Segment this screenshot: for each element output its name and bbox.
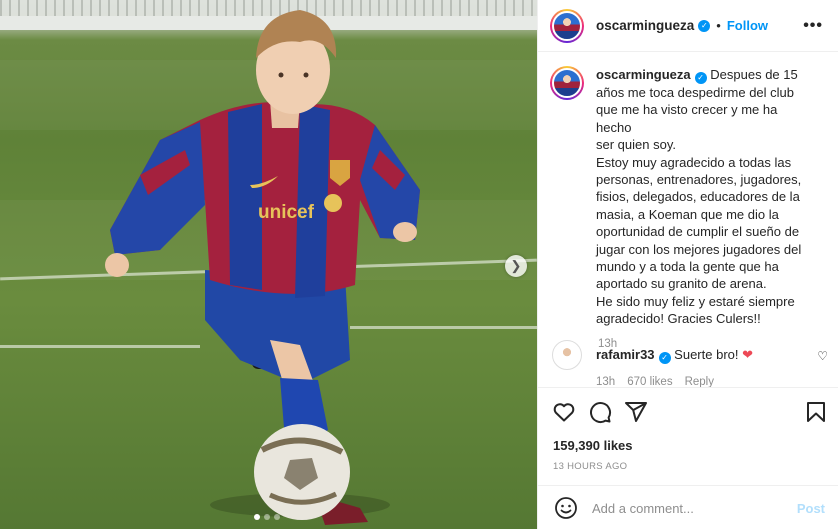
comment-icon[interactable]: [588, 400, 612, 424]
action-bar: [552, 400, 828, 426]
caption-line: Estoy muy agradecido a todas las: [596, 154, 792, 170]
caption-username[interactable]: oscarmingueza: [596, 67, 691, 82]
header-username[interactable]: oscarmingueza: [596, 18, 694, 33]
comment-input[interactable]: [592, 500, 787, 516]
post-actions: 159,390 likes 13 HOURS AGO Post: [538, 387, 838, 529]
chevron-right-icon: ❯: [510, 258, 522, 273]
caption-line: años me toca despedirme del club: [596, 85, 795, 100]
avatar[interactable]: [550, 66, 584, 100]
like-comment-icon[interactable]: ♡: [817, 349, 828, 363]
heart-icon[interactable]: [552, 400, 576, 424]
caption-line: jugar con los mejores jugadores del: [596, 241, 802, 257]
caption-line: He sido muy feliz y estaré siempre: [596, 293, 795, 309]
player-photo: unicef: [105, 10, 420, 525]
carousel-indicator: [254, 514, 280, 520]
caption-line: aportado su granito de arena.: [596, 276, 767, 292]
post-timestamp: 13 HOURS AGO: [553, 461, 628, 472]
caption-line: agradecido! Gracies Culers!!: [596, 311, 761, 327]
more-options-icon[interactable]: •••: [803, 17, 823, 35]
caption-line: que me ha visto crecer y me ha hecho: [596, 102, 778, 135]
heart-emoji: ❤: [742, 347, 754, 362]
caption-line: fisios, delegados, educadores de la: [596, 189, 800, 205]
verified-icon: ✓: [694, 72, 707, 84]
carousel-dot: [254, 514, 260, 520]
add-comment-bar: Post: [538, 485, 838, 529]
emoji-icon[interactable]: [554, 496, 578, 520]
caption-line: ser quien soy.: [596, 137, 676, 153]
bookmark-icon[interactable]: [804, 400, 828, 424]
likes-count[interactable]: 159,390 likes: [553, 438, 633, 453]
comment-item: rafamir33 ✓ Suerte bro! ❤ 13h 670 likes R…: [552, 340, 828, 388]
comment-body: rafamir33 ✓ Suerte bro! ❤ 13h 670 likes R…: [596, 347, 753, 388]
comment-text: Suerte bro!: [674, 347, 739, 362]
caption: oscarmingueza ✓ Despues de 15 años me toc…: [550, 66, 827, 328]
follow-button[interactable]: Follow: [727, 18, 768, 33]
caption-text: oscarmingueza ✓ Despues de 15 años me toc…: [596, 66, 811, 328]
post-comment-button[interactable]: Post: [797, 501, 825, 516]
post-header: oscarmingueza ✓ • Follow •••: [538, 0, 838, 52]
verified-icon: ✓: [698, 19, 711, 32]
caption-line: mundo y a toda la gente que ha: [596, 259, 779, 275]
verified-icon: ✓: [658, 352, 671, 364]
caption-line: personas, entrenadores, jugadores,: [596, 172, 802, 188]
commenter-avatar[interactable]: [552, 340, 582, 370]
caption-line: oportunidad de cumplir el sueño de: [596, 224, 800, 240]
carousel-dot: [274, 514, 280, 520]
comment-username[interactable]: rafamir33: [596, 347, 655, 362]
avatar[interactable]: [550, 8, 584, 43]
carousel-next-button[interactable]: ❯: [505, 255, 527, 277]
separator-dot: •: [716, 18, 721, 33]
svg-text:unicef: unicef: [258, 202, 315, 223]
caption-area: oscarmingueza ✓ Despues de 15 años me toc…: [538, 52, 838, 387]
post-media[interactable]: unicef ❯: [0, 0, 537, 529]
caption-line: Despues de 15: [710, 67, 798, 82]
caption-line: masia, a Koeman que me dio la: [596, 206, 779, 222]
carousel-dot: [264, 514, 270, 520]
post-side-panel: oscarmingueza ✓ • Follow ••• oscarmingue…: [537, 0, 838, 529]
share-icon[interactable]: [624, 400, 648, 424]
